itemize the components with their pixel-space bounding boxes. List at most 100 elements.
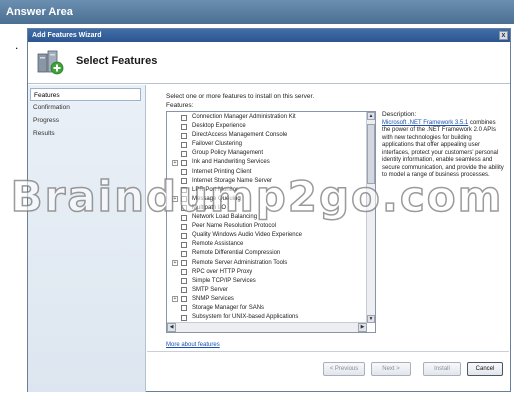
feature-checkbox[interactable]	[181, 214, 187, 221]
feature-checkbox[interactable]	[181, 269, 187, 276]
window-titlebar: Add Features Wizard x	[28, 29, 510, 42]
features-list: Connection Manager Administration Kit Des…	[167, 112, 375, 322]
feature-label: Message Queuing	[192, 195, 241, 202]
description-link[interactable]: Microsoft .NET Framework 3.5.1	[382, 120, 468, 126]
feature-label: Group Policy Management	[192, 150, 264, 157]
vertical-scrollbar[interactable]: ▲ ▼	[366, 112, 375, 323]
feature-label: LPR Port Monitor	[192, 186, 239, 193]
feature-label: Internet Printing Client	[192, 168, 252, 175]
cancel-button[interactable]: Cancel	[467, 362, 503, 376]
feature-label: Remote Differential Compression	[192, 250, 281, 257]
description-body: combines the power of the .NET Framework…	[382, 119, 504, 179]
nav-item-features[interactable]: Features	[30, 88, 141, 101]
feature-row[interactable]: Peer Name Resolution Protocol	[167, 222, 375, 231]
feature-row[interactable]: Group Policy Management	[167, 149, 375, 158]
feature-label: Multipath I/O	[192, 204, 227, 211]
expand-icon[interactable]: +	[172, 260, 178, 266]
feature-checkbox[interactable]	[181, 196, 187, 203]
feature-checkbox[interactable]	[181, 205, 187, 212]
feature-row[interactable]: Storage Manager for SANs	[167, 304, 375, 313]
feature-row[interactable]: Internet Printing Client	[167, 168, 375, 177]
feature-checkbox[interactable]	[181, 241, 187, 248]
feature-label: Internet Storage Name Server	[192, 177, 273, 184]
feature-checkbox[interactable]	[181, 123, 187, 130]
feature-checkbox[interactable]	[181, 287, 187, 294]
window-title: Add Features Wizard	[32, 32, 102, 39]
feature-row[interactable]: Connection Manager Administration Kit	[167, 113, 375, 122]
feature-checkbox[interactable]	[181, 178, 187, 185]
feature-checkbox[interactable]	[181, 150, 187, 157]
feature-label: Peer Name Resolution Protocol	[192, 223, 277, 230]
feature-checkbox[interactable]	[181, 169, 187, 176]
expand-icon[interactable]: +	[172, 196, 178, 203]
instruction-text: Select one or more features to install o…	[166, 93, 315, 100]
feature-row[interactable]: Internet Storage Name Server	[167, 177, 375, 186]
feature-row[interactable]: RPC over HTTP Proxy	[167, 268, 375, 277]
feature-label: RPC over HTTP Proxy	[192, 268, 253, 275]
features-tree[interactable]: Connection Manager Administration Kit Des…	[166, 111, 376, 333]
feature-row[interactable]: SMTP Server	[167, 286, 375, 295]
wizard-footer: < Previous Next > Install Cancel	[147, 351, 509, 392]
feature-label: SNMP Services	[192, 295, 234, 302]
feature-checkbox[interactable]	[181, 260, 187, 266]
feature-label: Storage Manager for SANs	[192, 304, 265, 311]
add-features-icon	[37, 50, 64, 75]
feature-checkbox[interactable]	[181, 223, 187, 230]
scroll-down-icon[interactable]: ▼	[367, 315, 375, 323]
feature-row[interactable]: Subsystem for UNIX-based Applications	[167, 313, 375, 322]
feature-row[interactable]: Network Load Balancing	[167, 213, 375, 222]
feature-checkbox[interactable]	[181, 296, 187, 303]
nav-item-results[interactable]: Results	[28, 127, 145, 140]
close-icon[interactable]: x	[499, 31, 508, 40]
feature-label: Remote Assistance	[192, 241, 244, 248]
scroll-right-icon[interactable]: ▶	[358, 323, 367, 332]
feature-checkbox[interactable]	[181, 305, 187, 312]
answer-area-bar: Answer Area	[0, 0, 514, 24]
wizard-window: Add Features Wizard x Select Features Fe…	[27, 28, 511, 392]
feature-label: Desktop Experience	[192, 123, 246, 130]
feature-checkbox[interactable]	[181, 250, 187, 257]
wizard-nav: Features Confirmation Progress Results	[28, 85, 146, 392]
feature-row[interactable]: Remote Differential Compression	[167, 249, 375, 258]
feature-row[interactable]: Quality Windows Audio Video Experience	[167, 231, 375, 240]
feature-row[interactable]: LPR Port Monitor	[167, 186, 375, 195]
feature-row[interactable]: Simple TCP/IP Services	[167, 277, 375, 286]
feature-checkbox[interactable]	[181, 132, 187, 139]
nav-item-confirmation[interactable]: Confirmation	[28, 101, 145, 114]
more-about-features-link[interactable]: More about features	[166, 342, 220, 348]
horizontal-scrollbar[interactable]: ◀ ▶	[167, 322, 367, 332]
next-button[interactable]: Next >	[371, 362, 411, 376]
feature-checkbox[interactable]	[181, 159, 187, 166]
feature-label: Ink and Handwriting Services	[192, 159, 270, 166]
install-button[interactable]: Install	[423, 362, 461, 376]
features-content: Select one or more features to install o…	[166, 89, 506, 389]
feature-checkbox[interactable]	[181, 187, 187, 194]
feature-row[interactable]: + SNMP Services	[167, 295, 375, 304]
feature-checkbox[interactable]	[181, 232, 187, 239]
feature-label: Simple TCP/IP Services	[192, 277, 256, 284]
feature-checkbox[interactable]	[181, 314, 187, 321]
feature-checkbox[interactable]	[181, 114, 187, 121]
feature-checkbox[interactable]	[181, 278, 187, 285]
scroll-up-icon[interactable]: ▲	[367, 112, 375, 120]
feature-row[interactable]: DirectAccess Management Console	[167, 131, 375, 140]
feature-row[interactable]: Multipath I/O	[167, 204, 375, 213]
nav-item-progress[interactable]: Progress	[28, 114, 145, 127]
feature-label: Quality Windows Audio Video Experience	[192, 232, 302, 239]
feature-row[interactable]: + Remote Server Administration Tools	[167, 259, 375, 268]
feature-row[interactable]: + Message Queuing	[167, 195, 375, 204]
expand-icon[interactable]: +	[172, 296, 178, 303]
feature-row[interactable]: Desktop Experience	[167, 122, 375, 131]
feature-label: Connection Manager Administration Kit	[192, 114, 296, 120]
expand-icon[interactable]: +	[172, 159, 178, 166]
feature-checkbox[interactable]	[181, 141, 187, 148]
feature-row[interactable]: Failover Clustering	[167, 140, 375, 149]
features-label: Features:	[166, 102, 194, 109]
feature-row[interactable]: Remote Assistance	[167, 240, 375, 249]
feature-label: Subsystem for UNIX-based Applications	[192, 314, 299, 321]
previous-button[interactable]: < Previous	[323, 362, 365, 376]
scroll-thumb[interactable]	[367, 124, 375, 184]
description-title: Description:	[382, 111, 417, 118]
feature-row[interactable]: + Ink and Handwriting Services	[167, 158, 375, 167]
scroll-left-icon[interactable]: ◀	[167, 323, 176, 332]
